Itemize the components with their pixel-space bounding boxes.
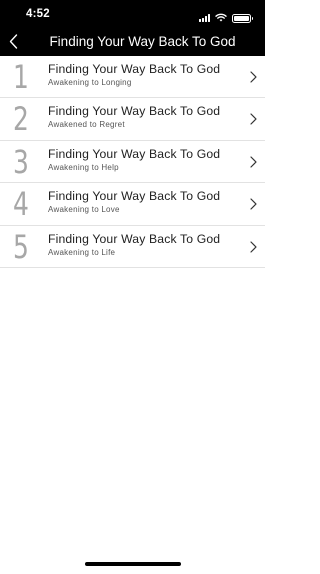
item-subtitle: Awakening to Longing: [48, 78, 132, 87]
status-time: 4:52: [26, 8, 50, 20]
chevron-right-icon: [250, 156, 257, 168]
signal-icon: [199, 14, 210, 22]
item-subtitle: Awakening to Help: [48, 162, 119, 172]
item-number: 2: [13, 100, 29, 139]
status-icons: [199, 9, 253, 27]
item-title: Finding Your Way Back To God: [48, 231, 221, 246]
wifi-icon: [215, 9, 227, 27]
item-number: 3: [13, 142, 29, 181]
item-subtitle: Awakening to Life: [48, 247, 116, 257]
list-item[interactable]: 3 Finding Your Way Back To God Awakening…: [0, 141, 265, 184]
item-title: Finding Your Way Back To God: [48, 146, 221, 161]
item-number: 1: [13, 58, 29, 96]
back-button[interactable]: [2, 27, 24, 56]
nav-bar: Finding Your Way Back To God: [0, 27, 265, 56]
chevron-right-icon: [250, 240, 257, 253]
item-number: 5: [13, 227, 29, 266]
chevron-left-icon: [9, 34, 17, 49]
chevron-right-icon: [250, 198, 257, 210]
chevron-right-icon: [250, 113, 257, 125]
list-item[interactable]: 4 Finding Your Way Back To God Awakening…: [0, 183, 265, 226]
status-bar: 4:52: [0, 0, 265, 27]
item-subtitle: Awakening to Love: [48, 205, 120, 215]
list-item[interactable]: 2 Finding Your Way Back To God Awakened …: [0, 98, 265, 141]
page-title: Finding Your Way Back To God: [49, 34, 236, 49]
battery-icon: [232, 13, 253, 23]
chevron-right-icon: [250, 71, 257, 83]
home-indicator[interactable]: [85, 562, 181, 566]
item-title: Finding Your Way Back To God: [48, 104, 221, 119]
chapter-list: 1 Finding Your Way Back To God Awakening…: [0, 56, 265, 268]
item-number: 4: [13, 185, 29, 224]
item-title: Finding Your Way Back To God: [48, 189, 221, 204]
item-title: Finding Your Way Back To God: [48, 62, 221, 76]
item-subtitle: Awakened to Regret: [48, 120, 125, 130]
list-item[interactable]: 5 Finding Your Way Back To God Awakening…: [0, 226, 265, 268]
list-item[interactable]: 1 Finding Your Way Back To God Awakening…: [0, 56, 265, 99]
